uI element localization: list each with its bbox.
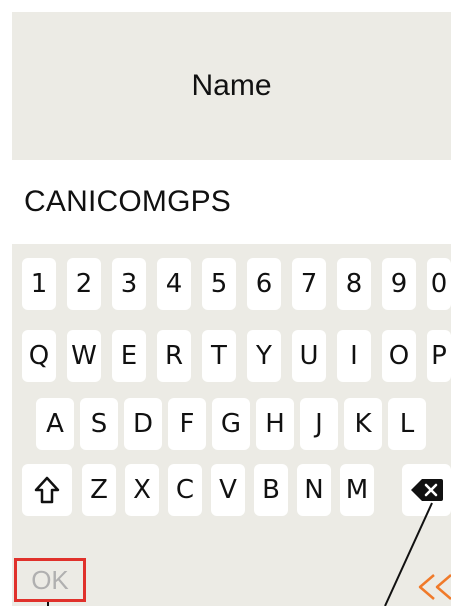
keyboard-row-numbers: 1 2 3 4 5 6 7 8 9 0 [12,258,451,310]
key-o[interactable]: O [382,330,416,382]
key-d[interactable]: D [124,398,162,450]
key-f[interactable]: F [168,398,206,450]
key-w[interactable]: W [67,330,101,382]
key-g[interactable]: G [212,398,250,450]
key-k[interactable]: K [344,398,382,450]
key-9[interactable]: 9 [382,258,416,310]
key-s[interactable]: S [80,398,118,450]
key-h[interactable]: H [256,398,294,450]
key-l[interactable]: L [388,398,426,450]
ok-button[interactable]: OK [14,558,86,602]
key-u[interactable]: U [292,330,326,382]
shift-arrow-icon [34,476,60,504]
name-input[interactable]: CANICOMGPS [12,160,451,244]
title-bar: Name [12,12,451,160]
backspace-key[interactable] [402,464,451,516]
key-y[interactable]: Y [247,330,281,382]
key-z[interactable]: Z [82,464,116,516]
keyboard-row-middle: A S D F G H J K L [12,398,451,450]
key-e[interactable]: E [112,330,146,382]
key-p[interactable]: P [427,330,451,382]
ok-button-label: OK [31,564,69,595]
key-n[interactable]: N [297,464,331,516]
keyboard-row-bottom: Z X C V B N M [12,464,451,516]
key-c[interactable]: C [168,464,202,516]
key-q[interactable]: Q [22,330,56,382]
key-1[interactable]: 1 [22,258,56,310]
key-4[interactable]: 4 [157,258,191,310]
key-2[interactable]: 2 [67,258,101,310]
key-7[interactable]: 7 [292,258,326,310]
key-t[interactable]: T [202,330,236,382]
page-title: Name [191,69,272,102]
double-chevron-left-icon [418,574,451,600]
backspace-icon [410,479,443,501]
name-input-value: CANICOMGPS [24,185,232,218]
key-5[interactable]: 5 [202,258,236,310]
key-6[interactable]: 6 [247,258,281,310]
key-b[interactable]: B [254,464,288,516]
back-button[interactable] [414,572,451,602]
key-j[interactable]: J [300,398,338,450]
key-3[interactable]: 3 [112,258,146,310]
shift-key[interactable] [22,464,72,516]
key-8[interactable]: 8 [337,258,371,310]
key-m[interactable]: M [340,464,374,516]
key-x[interactable]: X [125,464,159,516]
key-i[interactable]: I [337,330,371,382]
name-entry-screen: Name CANICOMGPS 1 2 3 4 5 6 7 8 9 0 Q W … [12,12,451,606]
keyboard-row-top: Q W E R T Y U I O P [12,330,451,382]
key-0[interactable]: 0 [427,258,451,310]
key-r[interactable]: R [157,330,191,382]
key-a[interactable]: A [36,398,74,450]
key-v[interactable]: V [211,464,245,516]
